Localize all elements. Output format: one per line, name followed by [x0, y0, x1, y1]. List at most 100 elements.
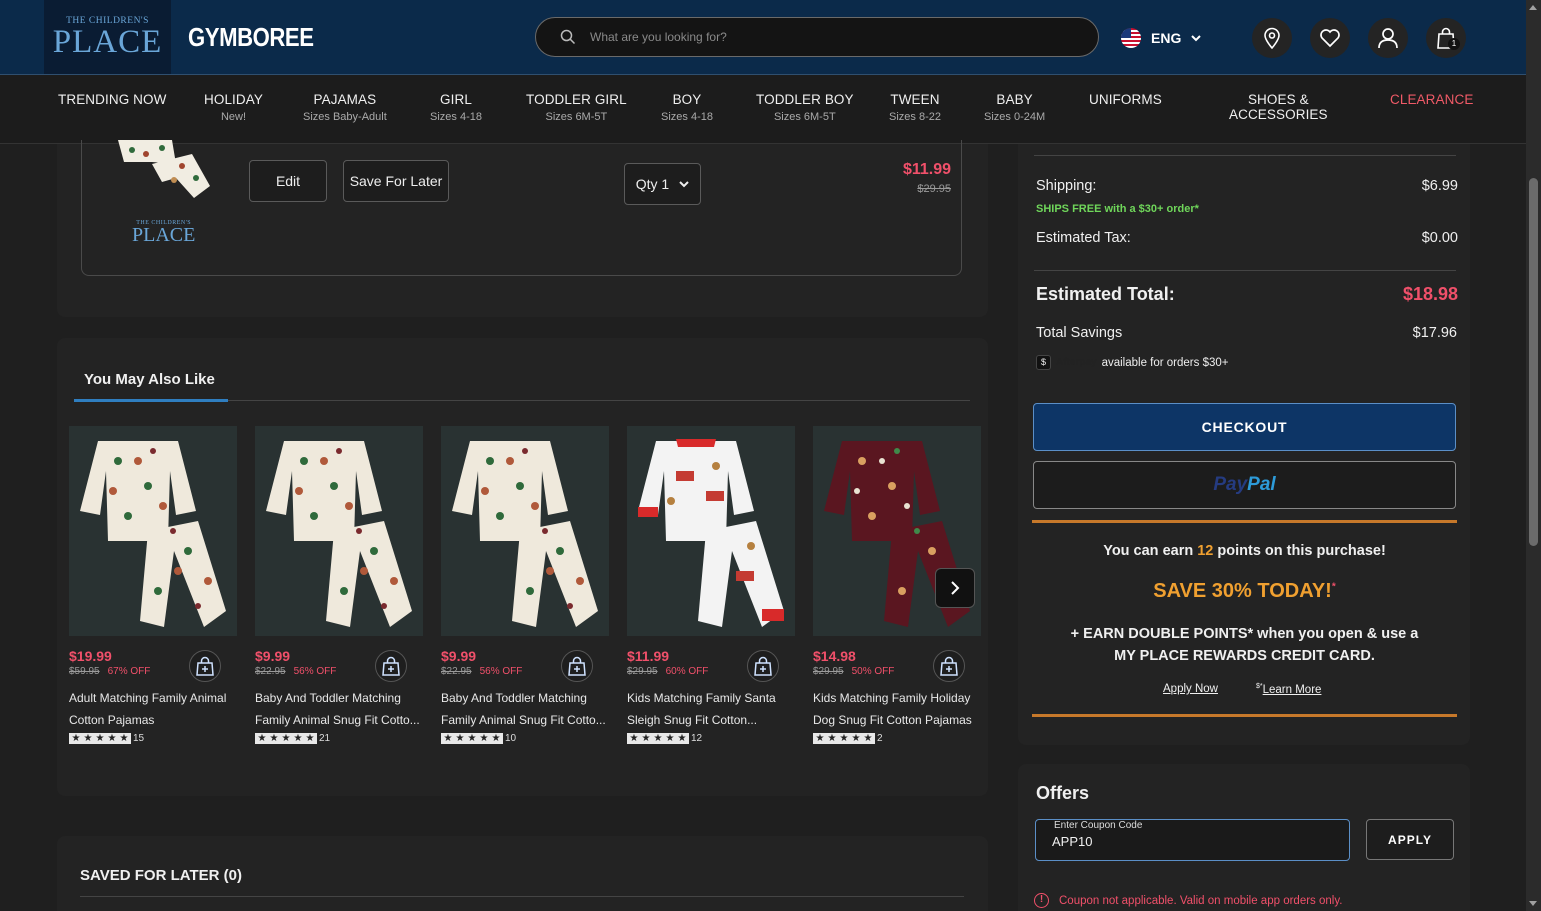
product-image[interactable]	[69, 426, 237, 636]
nav-item-trending-now[interactable]: TRENDING NOW	[58, 92, 166, 107]
nav-item-tween[interactable]: TWEEN Sizes 8-22	[889, 92, 941, 123]
nav-label: BABY	[996, 92, 1033, 107]
product-name-line1[interactable]: Baby And Toddler Matching	[255, 687, 423, 709]
review-count: 10	[505, 733, 517, 744]
review-count: 12	[691, 733, 703, 744]
savings-row: Total Savings $17.96	[1036, 325, 1457, 341]
language-selector[interactable]: ENG	[1121, 28, 1202, 48]
product-name-line1[interactable]: Adult Matching Family Animal	[69, 687, 237, 709]
nav-item-toddler-boy[interactable]: TODDLER BOY Sizes 6M-5T	[756, 92, 854, 123]
nav-label: TWEEN	[890, 92, 940, 107]
nav-item-clearance[interactable]: CLEARANCE	[1390, 92, 1473, 107]
afterpay-icon: $	[1036, 355, 1051, 370]
edit-button[interactable]: Edit	[249, 160, 327, 202]
coupon-field-label: Enter Coupon Code	[1054, 820, 1143, 831]
nav-item-baby[interactable]: BABY Sizes 0-24M	[984, 92, 1045, 123]
nav-item-girl[interactable]: GIRL Sizes 4-18	[430, 92, 482, 123]
nav-sublabel: New!	[220, 111, 247, 123]
product-card[interactable]: $19.99 $59.95 67% OFF Adult Matching Family…	[69, 426, 237, 744]
nav-label: CLEARANCE	[1390, 92, 1474, 107]
search-bar[interactable]	[535, 17, 1099, 57]
nav-item-shoes-accessories[interactable]: SHOES & ACCESSORIES	[1229, 92, 1328, 122]
save-for-later-button[interactable]: Save For Later	[343, 160, 449, 202]
product-name-line2[interactable]: Sleigh Snug Fit Cotton...	[627, 709, 795, 731]
product-image[interactable]	[255, 426, 423, 636]
learn-more-link[interactable]: $*Learn More	[1256, 683, 1321, 696]
review-count: 15	[133, 733, 145, 744]
nav-item-uniforms[interactable]: UNIFORMS	[1089, 92, 1162, 107]
product-name-line2[interactable]: Family Animal Snug Fit Cotto...	[255, 709, 423, 731]
coupon-field[interactable]: Enter Coupon Code	[1035, 819, 1350, 861]
cart-item-price: $11.99	[902, 161, 951, 178]
product-rating: ★ ★ ★ ★ ★ 12	[627, 733, 795, 744]
product-name-line2[interactable]: Cotton Pajamas	[69, 709, 237, 731]
summary-divider	[1034, 155, 1456, 156]
add-to-bag-button[interactable]	[189, 650, 221, 682]
shopping-bag-button[interactable]: 1	[1426, 18, 1466, 58]
product-original-price: $22.95	[255, 666, 286, 677]
page-scrollbar[interactable]	[1526, 0, 1541, 911]
nav-sublabel: Sizes 6M-5T	[545, 111, 608, 123]
product-name-line2[interactable]: Family Animal Snug Fit Cotto...	[441, 709, 609, 731]
scroll-down-arrow-icon[interactable]	[1529, 901, 1537, 906]
nav-item-boy[interactable]: BOY Sizes 4-18	[661, 92, 713, 123]
nav-item-toddler-girl[interactable]: TODDLER GIRL Sizes 6M-5T	[526, 92, 627, 123]
apply-coupon-button[interactable]: APPLY	[1366, 819, 1454, 860]
nav-label: TODDLER GIRL	[526, 92, 627, 107]
nav-item-pajamas[interactable]: PAJAMAS Sizes Baby-Adult	[303, 92, 387, 123]
product-card[interactable]: $9.99 $22.95 56% OFF Baby And Toddler Match…	[255, 426, 423, 744]
points-pre: You can earn	[1103, 543, 1198, 559]
save-today-text: SAVE 30% TODAY!	[1153, 580, 1332, 602]
childrens-place-logo[interactable]: THE CHILDREN'S PLACE	[44, 0, 171, 74]
product-name-line1[interactable]: Kids Matching Family Holiday	[813, 687, 981, 709]
cart-item-brand-logo: THE CHILDREN'S PLACE	[132, 220, 195, 245]
scrollbar-thumb[interactable]	[1529, 178, 1538, 546]
total-row: Estimated Total: $18.98	[1036, 284, 1458, 305]
favorites-button[interactable]	[1310, 18, 1350, 58]
apply-now-link[interactable]: Apply Now	[1163, 683, 1218, 695]
carousel-next-button[interactable]	[935, 568, 975, 608]
product-card[interactable]: $11.99 $29.95 60% OFF Kids Matching Family …	[627, 426, 795, 744]
search-input[interactable]	[590, 30, 1050, 44]
scroll-up-arrow-icon[interactable]	[1529, 5, 1537, 10]
cart-item-image[interactable]	[112, 140, 212, 202]
add-to-bag-button[interactable]	[375, 650, 407, 682]
nav-sublabel: Sizes 4-18	[430, 111, 482, 123]
product-rating: ★ ★ ★ ★ ★ 2	[813, 733, 981, 744]
chevron-down-icon	[1191, 34, 1202, 41]
paypal-button[interactable]: Pay Pal	[1033, 461, 1456, 509]
quantity-select[interactable]: Qty 1	[624, 163, 701, 205]
nav-item-holiday[interactable]: HOLIDAY New!	[204, 92, 263, 123]
product-image[interactable]	[627, 426, 795, 636]
add-to-bag-icon	[754, 656, 772, 676]
category-nav: TRENDING NOW HOLIDAY New! PAJAMAS Sizes Ba…	[0, 74, 1526, 144]
promo-bottom-border	[1032, 714, 1457, 717]
nav-label: GIRL	[440, 92, 472, 107]
add-to-bag-button[interactable]	[747, 650, 779, 682]
nav-label: SHOES &	[1247, 92, 1309, 107]
product-name-line2[interactable]: Dog Snug Fit Cotton Pajamas	[813, 709, 981, 731]
account-button[interactable]	[1368, 18, 1408, 58]
add-to-bag-button[interactable]	[561, 650, 593, 682]
cart-item-price-block: $11.99 $29.95	[903, 161, 951, 195]
heart-icon	[1320, 29, 1340, 48]
product-rating: ★ ★ ★ ★ ★ 21	[255, 733, 423, 744]
tax-value: $0.00	[1421, 230, 1458, 246]
checkout-button[interactable]: CHECKOUT	[1033, 403, 1456, 451]
product-card[interactable]: $9.99 $22.95 56% OFF Baby And Toddler Match…	[441, 426, 609, 744]
product-name-line1[interactable]: Baby And Toddler Matching	[441, 687, 609, 709]
gymboree-logo[interactable]: GYMBOREE	[188, 22, 314, 53]
points-post: points on this purchase!	[1213, 543, 1386, 559]
coupon-input[interactable]	[1052, 834, 1332, 849]
product-name-line1[interactable]: Kids Matching Family Santa	[627, 687, 795, 709]
recommendations-title[interactable]: You May Also Like	[84, 371, 215, 388]
add-to-bag-button[interactable]	[933, 650, 965, 682]
store-locator-button[interactable]	[1252, 18, 1292, 58]
product-image[interactable]	[441, 426, 609, 636]
nav-label: TRENDING NOW	[58, 92, 167, 107]
logo-big-text: PLACE	[52, 24, 163, 60]
savings-label: Total Savings	[1036, 325, 1123, 341]
nav-sublabel: Sizes 0-24M	[984, 111, 1046, 123]
cart-item-was-price: $29.95	[917, 183, 951, 195]
nav-label: HOLIDAY	[204, 92, 263, 107]
